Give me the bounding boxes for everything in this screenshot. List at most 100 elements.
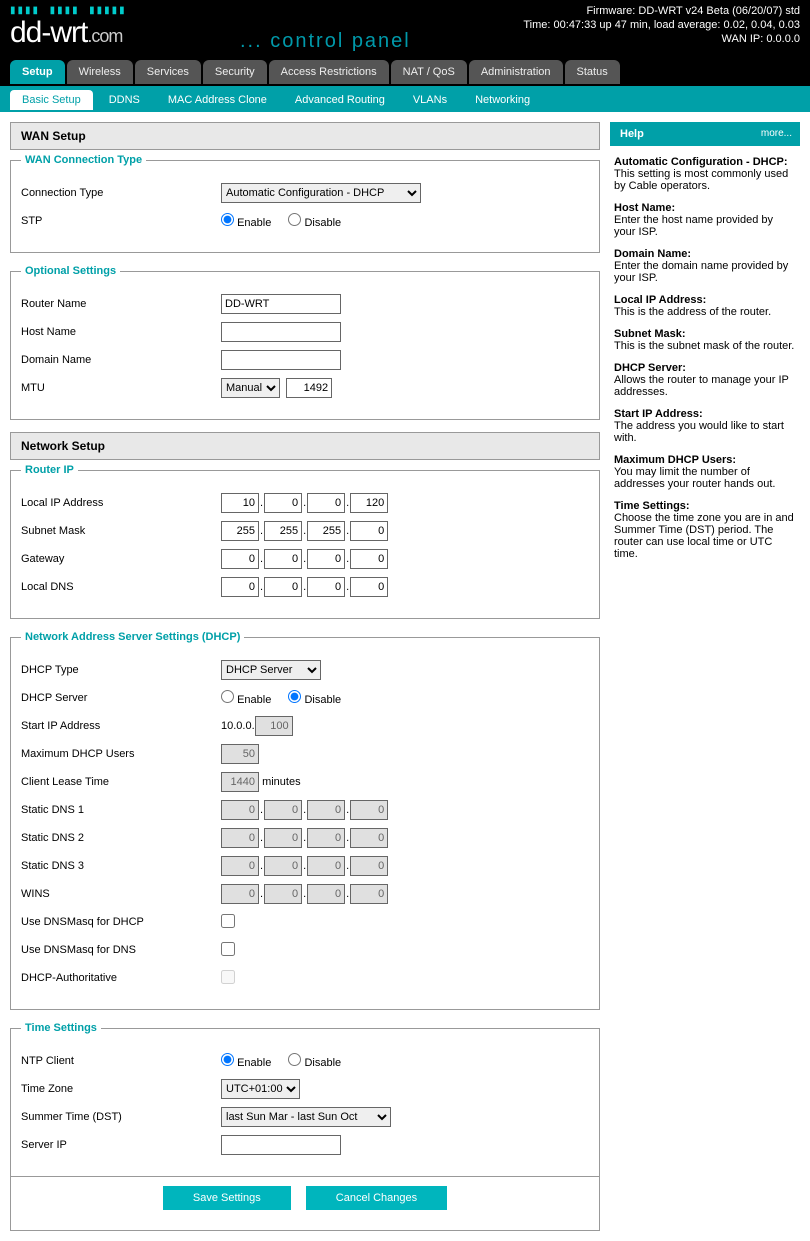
input-host[interactable] [221,322,341,342]
input-localdns-2[interactable] [307,577,345,597]
tab-services[interactable]: Services [135,60,201,84]
help-item-7: Maximum DHCP Users:You may limit the num… [614,454,796,490]
radio-stp-enable[interactable]: Enable [221,217,271,229]
help-heading: Automatic Configuration - DHCP: [614,156,796,168]
button-row: Save Settings Cancel Changes [10,1176,600,1231]
select-dhcp-type[interactable]: DHCP Server [221,660,321,680]
input-localdns-3[interactable] [350,577,388,597]
input-subnet-0[interactable] [221,521,259,541]
input-dns2-2 [307,828,345,848]
input-localdns-0[interactable] [221,577,259,597]
input-localdns-1[interactable] [264,577,302,597]
label-maxusers: Maximum DHCP Users [21,748,221,760]
label-tz: Time Zone [21,1083,221,1095]
radio-stp-disable[interactable]: Disable [288,217,341,229]
subtab-ddns[interactable]: DDNS [97,90,152,110]
cancel-button[interactable]: Cancel Changes [306,1186,447,1210]
help-item-5: DHCP Server:Allows the router to manage … [614,362,796,398]
lease-unit: minutes [262,776,301,788]
control-panel-label: ... control panel [240,30,411,53]
label-startip: Start IP Address [21,720,221,732]
help-panel: Help more... Automatic Configuration - D… [610,122,800,1231]
tab-status[interactable]: Status [565,60,620,84]
input-localip-3[interactable] [350,493,388,513]
input-subnet-2[interactable] [307,521,345,541]
main-tabs: SetupWirelessServicesSecurityAccess Rest… [0,60,810,86]
tab-wireless[interactable]: Wireless [67,60,133,84]
input-gateway-2[interactable] [307,549,345,569]
input-ntp-server[interactable] [221,1135,341,1155]
input-router-name[interactable] [221,294,341,314]
section-wan-setup: WAN Setup [10,122,600,150]
input-localip-1[interactable] [264,493,302,513]
subtab-mac-address-clone[interactable]: MAC Address Clone [156,90,279,110]
checkbox-dnsmasq-dns[interactable] [221,942,235,956]
help-text: This is the subnet mask of the router. [614,340,794,352]
input-localip-0[interactable] [221,493,259,513]
subtab-vlans[interactable]: VLANs [401,90,459,110]
select-dst[interactable]: last Sun Mar - last Sun Oct [221,1107,391,1127]
fieldset-wan-connection: WAN Connection Type Connection Type Auto… [10,154,600,253]
tab-setup[interactable]: Setup [10,60,65,84]
subtab-networking[interactable]: Networking [463,90,542,110]
help-more-link[interactable]: more... [761,128,792,139]
input-subnet-1[interactable] [264,521,302,541]
help-item-2: Domain Name:Enter the domain name provid… [614,248,796,284]
subtab-basic-setup[interactable]: Basic Setup [10,90,93,110]
subtab-advanced-routing[interactable]: Advanced Routing [283,90,397,110]
header: ▮▮▮▮ ▮▮▮▮ ▮▮▮▮▮ dd-wrt.com ... control p… [0,0,810,60]
radio-dhcp-disable[interactable]: Disable [288,694,341,706]
input-dns2-0 [221,828,259,848]
fieldset-time: Time Settings NTP Client Enable Disable … [10,1022,600,1177]
help-heading: Start IP Address: [614,408,796,420]
label-dnsmasq-dns: Use DNSMasq for DNS [21,944,221,956]
label-wins: WINS [21,888,221,900]
help-text: Allows the router to manage your IP addr… [614,374,789,398]
radio-ntp-disable[interactable]: Disable [288,1057,341,1069]
select-tz[interactable]: UTC+01:00 [221,1079,300,1099]
help-heading: Time Settings: [614,500,796,512]
label-stp: STP [21,215,221,227]
input-dns1-1 [264,800,302,820]
tab-nat-qos[interactable]: NAT / QoS [391,60,467,84]
input-dns2-1 [264,828,302,848]
input-gateway-0[interactable] [221,549,259,569]
radio-ntp-enable[interactable]: Enable [221,1057,271,1069]
tab-access-restrictions[interactable]: Access Restrictions [269,60,389,84]
help-heading: Local IP Address: [614,294,796,306]
select-conn-type[interactable]: Automatic Configuration - DHCP [221,183,421,203]
input-subnet-3[interactable] [350,521,388,541]
label-router-name: Router Name [21,298,221,310]
input-dns1-3 [350,800,388,820]
input-gateway-3[interactable] [350,549,388,569]
checkbox-authoritative [221,970,235,984]
logo-text: dd-wrt [10,16,87,49]
help-text: Enter the host name provided by your ISP… [614,214,773,238]
input-gateway-1[interactable] [264,549,302,569]
help-text: Enter the domain name provided by your I… [614,260,788,284]
help-item-6: Start IP Address:The address you would l… [614,408,796,444]
input-mtu[interactable] [286,378,332,398]
input-localip-2[interactable] [307,493,345,513]
help-heading: Host Name: [614,202,796,214]
label-subnet: Subnet Mask [21,525,221,537]
label-localip: Local IP Address [21,497,221,509]
label-dnsmasq-dhcp: Use DNSMasq for DHCP [21,916,221,928]
label-dhcp-type: DHCP Type [21,664,221,676]
checkbox-dnsmasq-dhcp[interactable] [221,914,235,928]
label-lease: Client Lease Time [21,776,221,788]
label-dns2: Static DNS 2 [21,832,221,844]
startip-prefix: 10.0.0. [221,720,255,732]
label-dhcp-server: DHCP Server [21,692,221,704]
tab-administration[interactable]: Administration [469,60,563,84]
select-mtu-mode[interactable]: Manual [221,378,280,398]
help-text: This setting is most commonly used by Ca… [614,168,788,192]
tab-security[interactable]: Security [203,60,267,84]
sub-tabs: Basic SetupDDNSMAC Address CloneAdvanced… [0,86,810,112]
help-item-0: Automatic Configuration - DHCP:This sett… [614,156,796,192]
input-dns3-2 [307,856,345,876]
label-dns3: Static DNS 3 [21,860,221,872]
radio-dhcp-enable[interactable]: Enable [221,694,271,706]
input-domain[interactable] [221,350,341,370]
save-button[interactable]: Save Settings [163,1186,291,1210]
